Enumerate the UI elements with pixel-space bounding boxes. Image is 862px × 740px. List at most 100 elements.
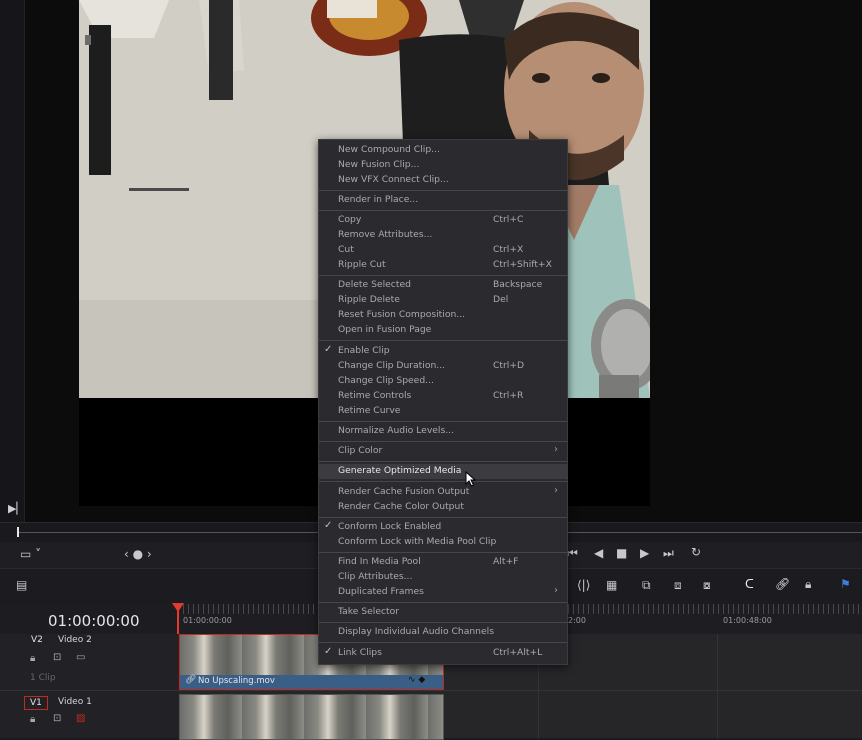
checkmark-icon: ✓ bbox=[324, 646, 333, 657]
track-code-v2[interactable]: V2 bbox=[31, 635, 43, 645]
timeline-view-icon[interactable]: ▤ bbox=[16, 578, 27, 592]
menu-item-label: Change Clip Duration... bbox=[338, 360, 446, 371]
stop-icon[interactable]: ■ bbox=[616, 546, 627, 560]
menu-item-open-in-fusion-page[interactable]: Open in Fusion Page bbox=[319, 323, 567, 338]
menu-item-label: New VFX Connect Clip... bbox=[338, 174, 449, 185]
go-to-end-icon[interactable]: ⏭ bbox=[663, 546, 674, 561]
menu-item-render-cache-fusion-output[interactable]: Render Cache Fusion Output › bbox=[319, 485, 567, 500]
menu-item-generate-optimized-media[interactable]: Generate Optimized Media bbox=[319, 464, 567, 479]
menu-item-label: Enable Clip bbox=[338, 345, 390, 356]
menu-item-label: Duplicated Frames bbox=[338, 586, 424, 597]
menu-item-shortcut: Ctrl+R bbox=[493, 390, 524, 401]
menu-item-label: New Fusion Clip... bbox=[338, 159, 420, 170]
menu-item-label: Change Clip Speed... bbox=[338, 375, 434, 386]
menu-item-shortcut: Ctrl+X bbox=[493, 244, 524, 255]
menu-item-shortcut: Ctrl+Alt+L bbox=[493, 647, 543, 658]
flag-icon[interactable]: ⚑ bbox=[840, 577, 851, 591]
menu-item-label: Clip Color bbox=[338, 445, 383, 456]
mouse-cursor-icon bbox=[465, 471, 477, 487]
menu-item-normalize-audio-levels[interactable]: Normalize Audio Levels... bbox=[319, 424, 567, 439]
menu-item-label: Reset Fusion Composition... bbox=[338, 309, 466, 320]
menu-item-conform-lock-media-pool[interactable]: Conform Lock with Media Pool Clip bbox=[319, 535, 567, 550]
left-panel-edge bbox=[0, 0, 25, 522]
menu-item-render-in-place[interactable]: Render in Place... bbox=[319, 193, 567, 208]
menu-item-shortcut: Backspace bbox=[493, 279, 543, 290]
ruler-label-end: 01:00:48:00 bbox=[723, 616, 772, 625]
linked-selection-icon[interactable]: 🔗︎ bbox=[775, 577, 790, 591]
checkmark-icon: ✓ bbox=[324, 344, 333, 355]
menu-item-ripple-cut[interactable]: Ripple Cut Ctrl+Shift+X bbox=[319, 258, 567, 273]
menu-item-label: Copy bbox=[338, 214, 362, 225]
menu-item-new-vfx-connect-clip[interactable]: New VFX Connect Clip... bbox=[319, 173, 567, 188]
menu-separator bbox=[319, 340, 567, 341]
insert-clip-icon[interactable]: ⧉ bbox=[642, 578, 651, 593]
scrub-playhead[interactable] bbox=[17, 527, 19, 537]
menu-item-label: Conform Lock Enabled bbox=[338, 521, 442, 532]
menu-item-retime-curve[interactable]: Retime Curve bbox=[319, 404, 567, 419]
menu-item-clip-color[interactable]: Clip Color › bbox=[319, 444, 567, 459]
menu-item-render-cache-color-output[interactable]: Render Cache Color Output bbox=[319, 500, 567, 515]
submenu-arrow-icon: › bbox=[554, 485, 558, 496]
track-disabled-icon[interactable]: ▨ bbox=[76, 713, 85, 724]
menu-separator bbox=[319, 275, 567, 276]
auto-select-icon[interactable]: ⊡ bbox=[53, 652, 61, 663]
menu-separator bbox=[319, 602, 567, 603]
clip-name: No Upscaling.mov bbox=[198, 676, 275, 686]
trim-icon[interactable]: ⟨|⟩ bbox=[577, 578, 590, 592]
menu-item-clip-attributes[interactable]: Clip Attributes... bbox=[319, 570, 567, 585]
playhead-handle[interactable] bbox=[172, 603, 184, 612]
auto-select-icon[interactable]: ⊡ bbox=[53, 713, 61, 724]
film-strip-icon[interactable]: ▦ bbox=[606, 578, 617, 592]
menu-separator bbox=[319, 461, 567, 462]
menu-item-label: Generate Optimized Media bbox=[338, 465, 462, 476]
menu-item-shortcut: Alt+F bbox=[493, 556, 519, 567]
menu-separator bbox=[319, 642, 567, 643]
clip-v1[interactable] bbox=[179, 694, 444, 740]
menu-item-take-selector[interactable]: Take Selector bbox=[319, 605, 567, 620]
menu-item-new-compound-clip[interactable]: New Compound Clip... bbox=[319, 143, 567, 158]
menu-item-enable-clip[interactable]: ✓ Enable Clip bbox=[319, 344, 567, 359]
track-lock-icon[interactable]: 🔒︎ bbox=[30, 653, 35, 664]
track-visibility-icon[interactable]: ▭ bbox=[76, 652, 85, 663]
menu-item-find-in-media-pool[interactable]: Find In Media Pool Alt+F bbox=[319, 555, 567, 570]
menu-item-retime-controls[interactable]: Retime Controls Ctrl+R bbox=[319, 389, 567, 404]
menu-item-label: Render in Place... bbox=[338, 194, 419, 205]
track-name-v2[interactable]: Video 2 bbox=[58, 635, 92, 645]
play-icon[interactable]: ▶ bbox=[640, 546, 649, 560]
position-lock-icon[interactable]: 🔒︎ bbox=[805, 577, 811, 592]
menu-item-label: Link Clips bbox=[338, 647, 382, 658]
menu-separator bbox=[319, 441, 567, 442]
loop-icon[interactable]: ↻ bbox=[691, 545, 701, 559]
menu-item-cut[interactable]: Cut Ctrl+X bbox=[319, 243, 567, 258]
menu-item-ripple-delete[interactable]: Ripple Delete Del bbox=[319, 293, 567, 308]
menu-item-reset-fusion-composition[interactable]: Reset Fusion Composition... bbox=[319, 308, 567, 323]
menu-item-duplicated-frames[interactable]: Duplicated Frames › bbox=[319, 585, 567, 600]
menu-item-remove-attributes[interactable]: Remove Attributes... bbox=[319, 228, 567, 243]
viewer-mode-icon[interactable]: ▭ ˅ bbox=[20, 547, 41, 561]
go-to-start-icon[interactable]: ⏮ bbox=[567, 546, 578, 561]
jog-control-icon[interactable]: ‹ ● › bbox=[124, 547, 152, 561]
menu-item-label: Find In Media Pool bbox=[338, 556, 421, 567]
submenu-arrow-icon: › bbox=[554, 444, 558, 455]
replace-clip-icon[interactable]: ⧇ bbox=[703, 578, 711, 593]
menu-item-shortcut: Ctrl+C bbox=[493, 214, 524, 225]
link-icon: 🔗︎ bbox=[185, 675, 197, 685]
menu-item-label: Retime Controls bbox=[338, 390, 412, 401]
menu-item-delete-selected[interactable]: Delete Selected Backspace bbox=[319, 278, 567, 293]
menu-item-display-individual-audio-channels[interactable]: Display Individual Audio Channels bbox=[319, 625, 567, 640]
track-name-v1[interactable]: Video 1 bbox=[58, 697, 92, 707]
overwrite-clip-icon[interactable]: ⧈ bbox=[674, 578, 682, 593]
menu-item-label: Ripple Delete bbox=[338, 294, 400, 305]
play-reverse-icon[interactable]: ◀ bbox=[594, 546, 603, 560]
menu-item-copy[interactable]: Copy Ctrl+C bbox=[319, 213, 567, 228]
snapping-icon[interactable]: ᑕ bbox=[745, 577, 754, 591]
track-code-v1[interactable]: V1 bbox=[24, 696, 48, 710]
menu-item-change-clip-duration[interactable]: Change Clip Duration... Ctrl+D bbox=[319, 359, 567, 374]
menu-item-new-fusion-clip[interactable]: New Fusion Clip... bbox=[319, 158, 567, 173]
menu-item-link-clips[interactable]: ✓ Link Clips Ctrl+Alt+L bbox=[319, 646, 567, 661]
track-lock-icon[interactable]: 🔒︎ bbox=[30, 714, 35, 725]
menu-item-change-clip-speed[interactable]: Change Clip Speed... bbox=[319, 374, 567, 389]
skip-end-icon[interactable]: ▶▏ bbox=[8, 502, 25, 515]
menu-separator bbox=[319, 517, 567, 518]
menu-item-conform-lock-enabled[interactable]: ✓ Conform Lock Enabled bbox=[319, 520, 567, 535]
